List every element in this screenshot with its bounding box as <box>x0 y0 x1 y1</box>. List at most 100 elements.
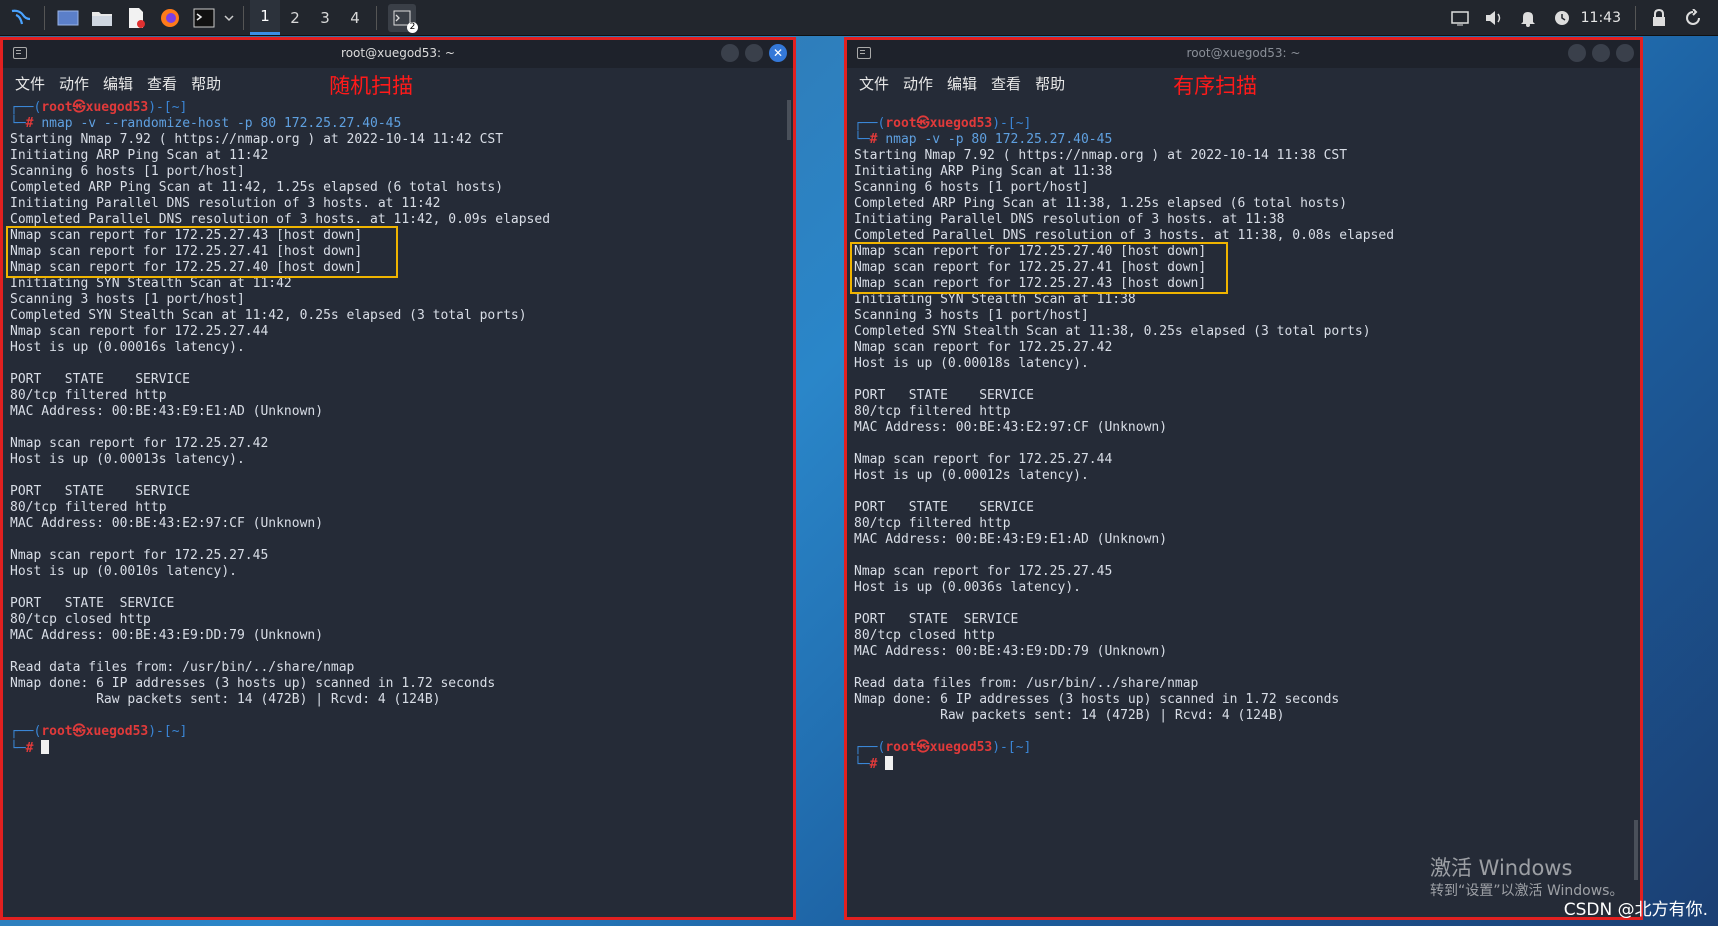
menu-edit[interactable]: 编辑 <box>103 73 133 94</box>
lock-icon[interactable] <box>1649 8 1669 28</box>
activation-watermark-title: 激活 Windows <box>1430 856 1573 880</box>
firefox-icon[interactable] <box>158 6 182 30</box>
output-line: 80/tcp filtered http <box>854 404 1011 419</box>
bell-icon[interactable] <box>1518 8 1538 28</box>
prompt-input[interactable]: └─# <box>10 740 50 757</box>
workspace-3[interactable]: 3 <box>310 0 340 35</box>
close-icon: ✕ <box>772 46 784 60</box>
clock-time[interactable]: 11:43 <box>1581 10 1621 26</box>
command-line: └─# nmap -v --randomize-host -p 80 172.2… <box>10 116 402 131</box>
output-line: Starting Nmap 7.92 ( https://nmap.org ) … <box>10 132 504 147</box>
host-down-highlight <box>6 226 398 278</box>
terminal-window-right[interactable]: root@xuegod53: ~ 文件 动作 编辑 查看 帮助 有序扫描 ┌──… <box>844 37 1643 920</box>
prompt-header: ┌──(root㉿xuegod53)-[~] <box>10 724 188 739</box>
menu-edit[interactable]: 编辑 <box>947 73 977 94</box>
output-line: 80/tcp filtered http <box>10 500 167 515</box>
cursor[interactable] <box>41 740 50 754</box>
prompt-user: root㉿xuegod53 <box>885 740 993 755</box>
taskbar-separator <box>44 5 45 30</box>
maximize-button[interactable] <box>745 44 763 62</box>
annotation-label: 有序扫描 <box>1173 74 1258 98</box>
desktop-icon[interactable] <box>56 6 80 30</box>
kali-menu-icon[interactable] <box>9 6 33 30</box>
file-manager-icon[interactable] <box>90 6 114 30</box>
scrollbar[interactable] <box>787 100 791 140</box>
minimize-button[interactable] <box>721 44 739 62</box>
output-line: PORT STATE SERVICE <box>10 596 175 611</box>
output-line: Read data files from: /usr/bin/../share/… <box>854 676 1199 691</box>
window-title: root@xuegod53: ~ <box>341 46 455 60</box>
output-line: Host is up (0.00012s latency). <box>854 468 1089 483</box>
output-line: Starting Nmap 7.92 ( https://nmap.org ) … <box>854 148 1348 163</box>
workspace-2[interactable]: 2 <box>280 0 310 35</box>
terminal-count-badge: 2 <box>407 21 418 33</box>
prompt-dir: ~ <box>1015 116 1024 131</box>
annotation-label: 随机扫描 <box>329 74 414 98</box>
output-line: Nmap scan report for 172.25.27.44 <box>854 452 1113 467</box>
menu-view[interactable]: 查看 <box>991 73 1021 94</box>
menu-view[interactable]: 查看 <box>147 73 177 94</box>
menu-file[interactable]: 文件 <box>15 73 45 94</box>
csdn-credit: CSDN @北方有你. <box>1563 900 1708 920</box>
clock-icon <box>1552 8 1572 28</box>
menu-action[interactable]: 动作 <box>59 73 89 94</box>
taskbar-separator <box>243 5 244 30</box>
title-bar[interactable]: root@xuegod53: ~ ✕ <box>3 40 793 68</box>
output-line: Nmap done: 6 IP addresses (3 hosts up) s… <box>854 692 1340 707</box>
refresh-icon[interactable] <box>1683 8 1703 28</box>
prompt-dir: ~ <box>171 724 180 739</box>
output-line: 80/tcp filtered http <box>10 388 167 403</box>
volume-icon[interactable] <box>1484 8 1504 28</box>
output-line: Scanning 3 hosts [1 port/host] <box>854 308 1089 323</box>
terminal-window-left[interactable]: root@xuegod53: ~ ✕ 文件 动作 编辑 查看 帮助 随机扫描 ┌… <box>0 37 796 920</box>
text-editor-icon[interactable] <box>124 6 148 30</box>
command-text: nmap -v -p 80 172.25.27.40-45 <box>885 132 1113 147</box>
chevron-down-icon[interactable] <box>223 6 235 30</box>
title-bar[interactable]: root@xuegod53: ~ <box>847 40 1640 68</box>
terminal-output[interactable]: ┌──(root㉿xuegod53)-[~] └─# nmap -v -p 80 … <box>847 98 1640 917</box>
prompt-user: root㉿xuegod53 <box>41 100 149 115</box>
output-line: Host is up (0.0010s latency). <box>10 564 237 579</box>
prompt-user: root㉿xuegod53 <box>885 116 993 131</box>
terminal-output[interactable]: ┌──(root㉿xuegod53)-[~] └─# nmap -v --rand… <box>3 98 793 917</box>
output-line: Initiating Parallel DNS resolution of 3 … <box>854 212 1285 227</box>
command-line: └─# nmap -v -p 80 172.25.27.40-45 <box>854 132 1113 147</box>
output-line: Initiating Parallel DNS resolution of 3 … <box>10 196 441 211</box>
menu-action[interactable]: 动作 <box>903 73 933 94</box>
output-line: Initiating ARP Ping Scan at 11:38 <box>854 164 1113 179</box>
workspace-1[interactable]: 1 <box>250 0 280 35</box>
menu-help[interactable]: 帮助 <box>191 73 221 94</box>
output-line: MAC Address: 00:BE:43:E2:97:CF (Unknown) <box>10 516 324 531</box>
output-line: Nmap scan report for 172.25.27.45 <box>854 564 1113 579</box>
menu-file[interactable]: 文件 <box>859 73 889 94</box>
workspace-4[interactable]: 4 <box>340 0 370 35</box>
close-button[interactable]: ✕ <box>769 44 787 62</box>
close-button[interactable] <box>1616 44 1634 62</box>
prompt-dir: ~ <box>1015 740 1024 755</box>
prompt-header: ┌──(root㉿xuegod53)-[~] <box>854 116 1032 131</box>
scrollbar[interactable] <box>1634 820 1638 880</box>
output-line: MAC Address: 00:BE:43:E9:DD:79 (Unknown) <box>854 644 1168 659</box>
output-line: Host is up (0.0036s latency). <box>854 580 1081 595</box>
output-line: MAC Address: 00:BE:43:E2:97:CF (Unknown) <box>854 420 1168 435</box>
output-line: Host is up (0.00016s latency). <box>10 340 245 355</box>
terminal-task-icon[interactable]: 2 <box>388 3 418 33</box>
maximize-button[interactable] <box>1592 44 1610 62</box>
minimize-button[interactable] <box>1568 44 1586 62</box>
output-line: Nmap scan report for 172.25.27.45 <box>10 548 269 563</box>
output-line: PORT STATE SERVICE <box>854 612 1019 627</box>
display-icon[interactable] <box>1450 8 1470 28</box>
output-line: Initiating SYN Stealth Scan at 11:38 <box>854 292 1136 307</box>
terminal-launcher-icon[interactable] <box>192 6 216 30</box>
host-down-highlight <box>850 242 1228 294</box>
prompt-input[interactable]: └─# <box>854 756 894 773</box>
prompt-user: root㉿xuegod53 <box>41 724 149 739</box>
taskbar-separator <box>376 5 377 30</box>
output-line: MAC Address: 00:BE:43:E9:DD:79 (Unknown) <box>10 628 324 643</box>
output-line: Scanning 6 hosts [1 port/host] <box>854 180 1089 195</box>
prompt-hash: # <box>869 757 886 772</box>
output-line: Completed SYN Stealth Scan at 11:42, 0.2… <box>10 308 527 323</box>
menu-help[interactable]: 帮助 <box>1035 73 1065 94</box>
output-line: Host is up (0.00018s latency). <box>854 356 1089 371</box>
cursor[interactable] <box>885 756 894 770</box>
